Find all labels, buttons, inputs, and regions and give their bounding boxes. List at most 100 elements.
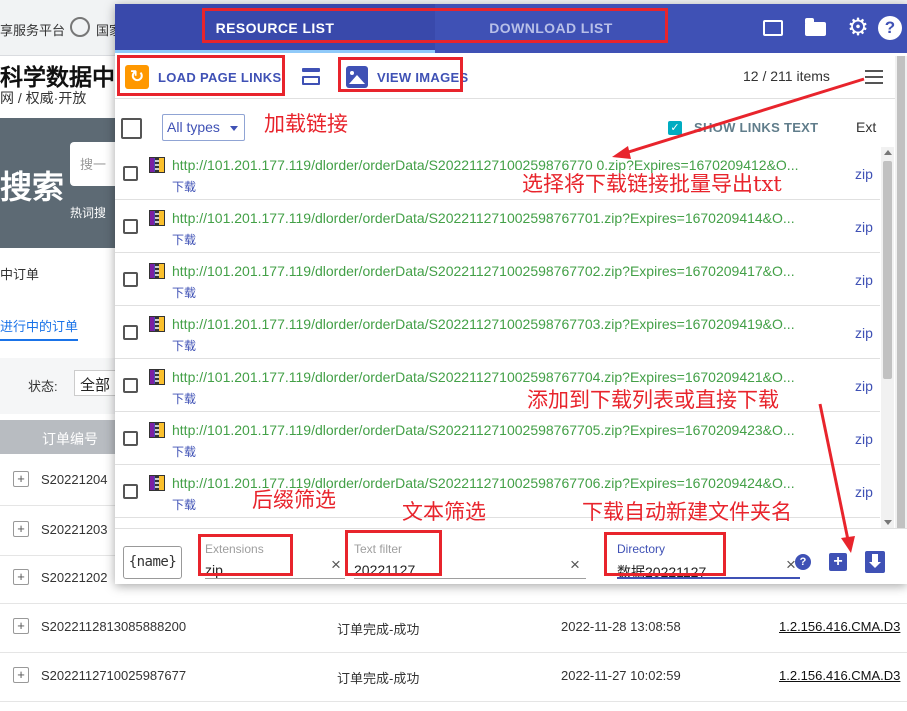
order-status: 订单完成-成功 — [337, 671, 420, 686]
menu-icon[interactable] — [865, 70, 883, 84]
table-row: + S2022112710025987677 订单完成-成功 2022-11-2… — [0, 650, 907, 702]
banner-search-input[interactable]: 搜一 — [70, 142, 120, 186]
directory-field[interactable]: Directory 数据20221127 × — [617, 534, 800, 581]
load-page-links-button[interactable]: ↻ LOAD PAGE LINKS — [125, 64, 281, 90]
chevron-down-icon — [230, 126, 238, 131]
browser-tab-title[interactable]: 享服务平台 — [0, 20, 65, 39]
folder-icon[interactable] — [804, 16, 828, 40]
search-banner: 搜索 搜一 热词搜 — [0, 118, 120, 248]
type-filter-value: All types — [167, 119, 220, 135]
extensions-input[interactable]: zip — [205, 562, 223, 578]
clear-text-filter-icon[interactable]: × — [570, 555, 580, 575]
banner-heading: 搜索 — [0, 169, 65, 205]
type-filter-select[interactable]: All types — [162, 114, 245, 141]
extensions-underline — [205, 578, 345, 579]
open-window-icon[interactable] — [761, 16, 785, 40]
show-links-text-label[interactable]: SHOW LINKS TEXT — [694, 120, 818, 135]
annotation-suffix-filter: 后缀筛选 — [252, 488, 336, 512]
row-checkbox[interactable] — [123, 219, 138, 234]
expand-row-button[interactable]: + — [13, 667, 29, 683]
load-page-links-label: LOAD PAGE LINKS — [158, 69, 282, 85]
status-select[interactable]: 全部 — [74, 370, 120, 396]
tab-ongoing-orders[interactable]: 进行中的订单 — [0, 316, 79, 341]
archive-icon — [149, 422, 165, 438]
text-filter-input[interactable]: 20221127 — [354, 562, 415, 578]
order-time: 2022-11-27 10:02:59 — [561, 668, 681, 683]
list-item[interactable]: http://101.201.177.119/dlorder/orderData… — [115, 306, 880, 359]
gear-icon[interactable]: ⚙ — [846, 16, 870, 40]
link-ext: zip — [855, 219, 873, 235]
popup-scroll-thumb[interactable] — [897, 56, 905, 576]
row-checkbox[interactable] — [123, 431, 138, 446]
text-filter-field[interactable]: Text filter 20221127 × — [354, 534, 586, 581]
list-item[interactable]: http://101.201.177.119/dlorder/orderData… — [115, 412, 880, 465]
globe-icon — [70, 17, 90, 37]
status-label: 状态: — [28, 379, 58, 394]
my-orders-heading: 中订单 — [0, 267, 40, 282]
annotation-text-filter: 文本筛选 — [402, 500, 486, 524]
order-id: S20221204 — [41, 472, 108, 487]
archive-icon — [149, 157, 165, 173]
scroll-down-icon[interactable] — [884, 520, 892, 525]
order-id: S2022112710025987677 — [41, 668, 187, 683]
annotation-load-links: 加载链接 — [264, 112, 348, 136]
scroll-thumb[interactable] — [883, 161, 892, 379]
list-item[interactable]: http://101.201.177.119/dlorder/orderData… — [115, 253, 880, 306]
items-count-value: 12 / 211 — [743, 68, 793, 84]
expand-row-button[interactable]: + — [13, 618, 29, 634]
view-images-button[interactable]: VIEW IMAGES — [346, 64, 468, 90]
archive-icon — [149, 475, 165, 491]
link-text: 下载 — [172, 392, 197, 406]
tab-resource-list[interactable]: RESOURCE LIST — [115, 4, 435, 53]
row-checkbox[interactable] — [123, 272, 138, 287]
extensions-field[interactable]: Extensions zip × — [205, 534, 345, 581]
reload-icon: ↻ — [125, 65, 149, 89]
clear-extensions-icon[interactable]: × — [331, 555, 341, 575]
link-ext: zip — [855, 431, 873, 447]
expand-row-button[interactable]: + — [13, 521, 29, 537]
table-row: + S2022112813085888200 订单完成-成功 2022-11-2… — [0, 601, 907, 653]
question-icon[interactable]: ? — [795, 554, 811, 570]
select-all-checkbox[interactable] — [121, 118, 142, 139]
directory-input[interactable]: 数据20221127 — [617, 562, 706, 582]
order-data-link[interactable]: 1.2.156.416.CMA.D3 — [779, 619, 900, 634]
directory-underline — [617, 577, 800, 579]
order-data-link[interactable]: 1.2.156.416.CMA.D3 — [779, 668, 900, 683]
name-mask-button[interactable]: {name} — [123, 546, 182, 579]
popup-footer: {name} Extensions zip × Text filter 2022… — [115, 528, 907, 584]
row-checkbox[interactable] — [123, 166, 138, 181]
link-url[interactable]: http://101.201.177.119/dlorder/orderData… — [172, 263, 848, 279]
link-url[interactable]: http://101.201.177.119/dlorder/orderData… — [172, 369, 848, 385]
link-url[interactable]: http://101.201.177.119/dlorder/orderData… — [172, 422, 848, 438]
order-id: S2022112813085888200 — [41, 619, 187, 634]
popup-scrollbar[interactable] — [895, 56, 907, 584]
add-to-download-list-button[interactable]: + — [829, 553, 847, 571]
expand-row-button[interactable]: + — [13, 569, 29, 585]
stack-icon[interactable] — [302, 67, 320, 87]
link-url[interactable]: http://101.201.177.119/dlorder/orderData… — [172, 210, 848, 226]
tab-download-list[interactable]: DOWNLOAD LIST — [435, 4, 667, 53]
archive-icon — [149, 316, 165, 332]
text-filter-underline — [354, 578, 586, 579]
help-icon[interactable]: ? — [878, 16, 902, 40]
order-status: 订单完成-成功 — [337, 622, 420, 637]
orders-table-header: 订单编号 — [0, 420, 120, 454]
list-item[interactable]: http://101.201.177.119/dlorder/orderData… — [115, 200, 880, 253]
row-checkbox[interactable] — [123, 484, 138, 499]
link-text: 下载 — [172, 498, 197, 512]
clear-directory-icon[interactable]: × — [786, 555, 796, 575]
scroll-up-icon[interactable] — [884, 150, 892, 155]
order-id: S20221202 — [41, 570, 108, 585]
row-checkbox[interactable] — [123, 378, 138, 393]
list-scrollbar[interactable] — [881, 147, 894, 528]
list-header: All types ✓ SHOW LINKS TEXT Ext — [115, 107, 895, 147]
show-links-text-checkbox[interactable]: ✓ — [668, 121, 682, 135]
link-text: 下载 — [172, 180, 197, 194]
link-url[interactable]: http://101.201.177.119/dlorder/orderData… — [172, 316, 848, 332]
row-checkbox[interactable] — [123, 325, 138, 340]
expand-row-button[interactable]: + — [13, 471, 29, 487]
link-ext: zip — [855, 166, 873, 182]
popup-toolbar: ↻ LOAD PAGE LINKS VIEW IMAGES 12 / 211 i… — [115, 53, 907, 99]
link-ext: zip — [855, 325, 873, 341]
download-icon[interactable] — [865, 551, 885, 573]
